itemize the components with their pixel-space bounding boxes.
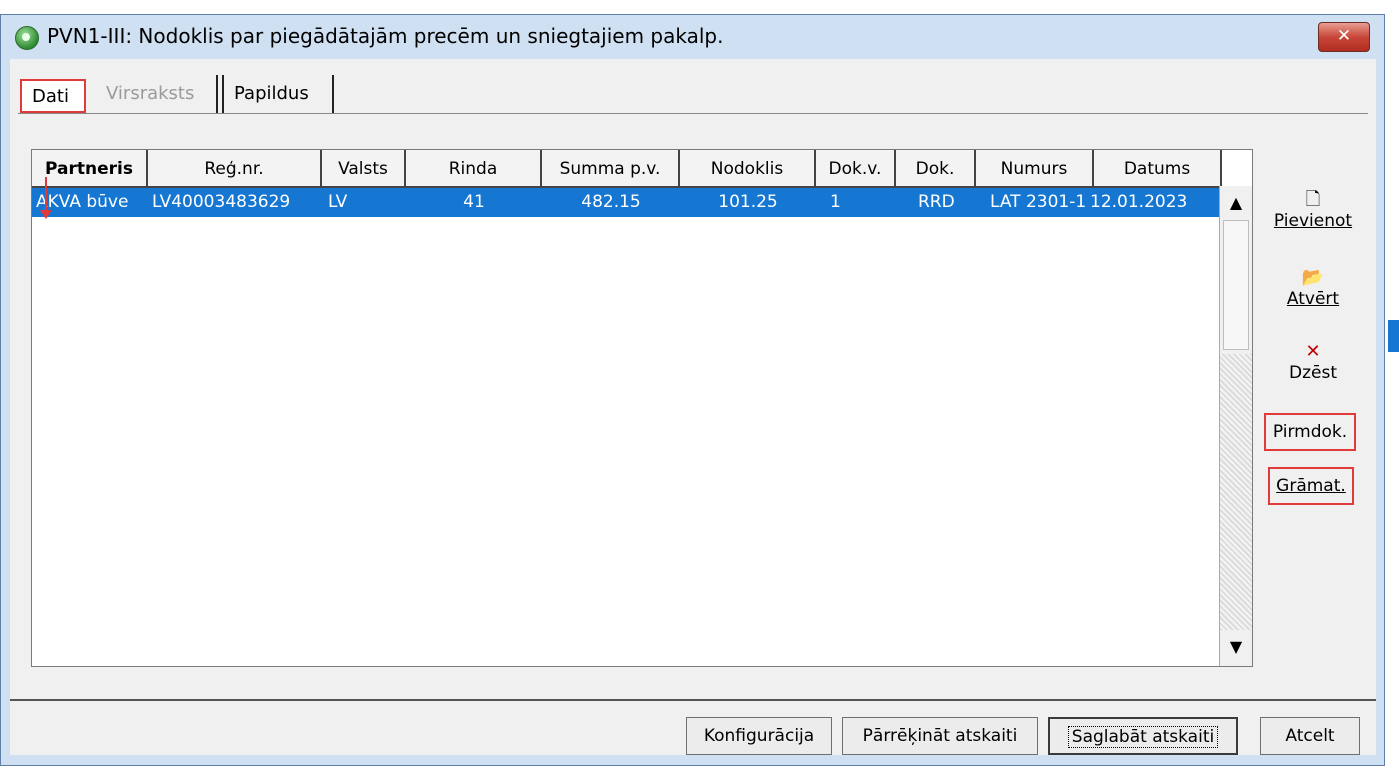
- dialog-window: PVN1-III: Nodoklis par piegādātajām prec…: [0, 14, 1385, 766]
- source-document-button[interactable]: Pirmdok.: [1264, 413, 1356, 451]
- cancel-button[interactable]: Atcelt: [1260, 717, 1360, 755]
- delete-x-icon: ✕: [1305, 341, 1321, 362]
- vertical-scrollbar[interactable]: ▲ ▼: [1219, 186, 1252, 666]
- column-header-valsts[interactable]: Valsts: [322, 150, 406, 186]
- background-window-edge: [1385, 0, 1399, 775]
- scroll-thumb[interactable]: [1223, 220, 1249, 350]
- tab-papildus[interactable]: Papildus: [222, 75, 334, 113]
- cell-dokv: 1: [830, 192, 841, 212]
- scroll-track[interactable]: [1220, 354, 1252, 630]
- column-header-nodoklis[interactable]: Nodoklis: [680, 150, 816, 186]
- data-grid: Partneris Reģ.nr. Valsts Rinda Summa p.v…: [31, 149, 1253, 667]
- app-icon: [15, 26, 39, 50]
- cell-datums: 12.01.2023: [1090, 192, 1188, 212]
- grid-header: Partneris Reģ.nr. Valsts Rinda Summa p.v…: [32, 150, 1222, 188]
- column-header-dokv[interactable]: Dok.v.: [816, 150, 896, 186]
- tab-virsraksts[interactable]: Virsraksts: [96, 75, 218, 113]
- scroll-down-icon[interactable]: ▼: [1220, 632, 1252, 664]
- footer-separator: [10, 699, 1376, 701]
- column-header-partneris[interactable]: Partneris: [32, 150, 148, 186]
- client-area: Dati Virsraksts Papildus Partneris Reģ.n…: [10, 59, 1376, 755]
- table-row[interactable]: AKVA būve LV40003483629 LV 41 482.15 101…: [32, 188, 1220, 217]
- cell-dok: RRD: [918, 192, 955, 212]
- ledger-button[interactable]: Grāmat.: [1268, 467, 1354, 505]
- tab-divider: [18, 113, 1368, 114]
- column-header-rinda[interactable]: Rinda: [406, 150, 542, 186]
- column-header-dok[interactable]: Dok.: [896, 150, 976, 186]
- window-title: PVN1-III: Nodoklis par piegādātajām prec…: [47, 24, 724, 48]
- delete-button-label: Dzēst: [1289, 363, 1337, 383]
- cell-valsts: LV: [328, 192, 348, 212]
- column-header-datums[interactable]: Datums: [1094, 150, 1222, 186]
- open-button-label: Atvērt: [1286, 289, 1340, 309]
- background-window-selection: [1388, 320, 1399, 352]
- open-button[interactable]: 📂 Atvērt: [1268, 267, 1358, 309]
- cell-nodoklis: 101.25: [718, 192, 778, 212]
- add-button-label: Pievienot: [1273, 211, 1353, 231]
- folder-open-icon: 📂: [1301, 267, 1325, 288]
- column-header-summa[interactable]: Summa p.v.: [542, 150, 680, 186]
- column-header-numurs[interactable]: Numurs: [976, 150, 1094, 186]
- title-bar[interactable]: PVN1-III: Nodoklis par piegādātajām prec…: [1, 15, 1384, 59]
- new-document-icon: 🗋: [1305, 189, 1321, 210]
- annotation-arrow: [40, 177, 52, 219]
- scroll-up-icon[interactable]: ▲: [1220, 188, 1252, 220]
- cell-regnr: LV40003483629: [152, 192, 291, 212]
- cell-numurs: LAT 2301-1: [990, 192, 1087, 212]
- configuration-button[interactable]: Konfigurācija: [686, 717, 832, 755]
- recalculate-report-button[interactable]: Pārrēķināt atskaiti: [842, 717, 1038, 755]
- close-button[interactable]: ✕: [1318, 22, 1370, 52]
- add-button[interactable]: 🗋 Pievienot: [1268, 189, 1358, 231]
- cell-partneris: AKVA būve: [36, 192, 129, 212]
- save-report-button[interactable]: Saglabāt atskaiti: [1048, 717, 1238, 755]
- tab-dati[interactable]: Dati: [20, 79, 86, 113]
- save-report-label: Saglabāt atskaiti: [1067, 726, 1219, 748]
- cell-summa: 482.15: [581, 192, 641, 212]
- delete-button[interactable]: ✕ Dzēst: [1268, 341, 1358, 383]
- column-header-regnr[interactable]: Reģ.nr.: [148, 150, 322, 186]
- cell-rinda: 41: [463, 192, 485, 212]
